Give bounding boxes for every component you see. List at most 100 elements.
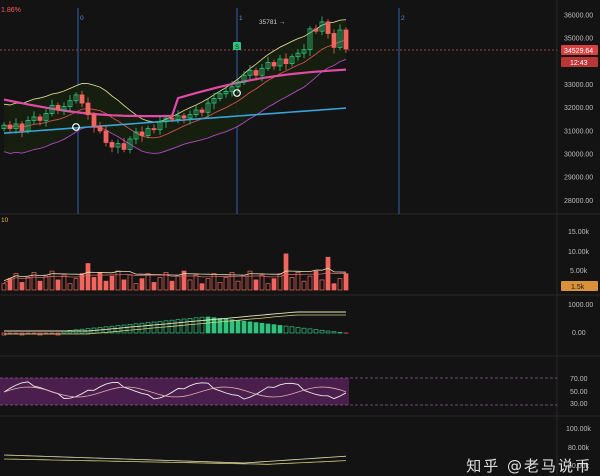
candle-body[interactable] bbox=[283, 58, 289, 65]
volume-bar bbox=[67, 283, 73, 291]
volume-bar bbox=[133, 283, 139, 291]
volume-bar bbox=[337, 278, 343, 291]
volume-bar bbox=[139, 278, 145, 291]
candle-body[interactable] bbox=[313, 28, 319, 32]
volume-bar bbox=[289, 277, 295, 291]
volume-bar bbox=[91, 277, 97, 291]
volume-bar bbox=[295, 272, 301, 291]
volume-bar bbox=[325, 256, 331, 291]
macd-bar bbox=[259, 322, 265, 334]
current-price-value: 34529.64 bbox=[564, 48, 593, 55]
volume-bar bbox=[151, 282, 157, 291]
macd-bar bbox=[181, 318, 187, 334]
price-tick: 33000.00 bbox=[564, 82, 593, 89]
volume-bars bbox=[1, 253, 349, 291]
volume-bar bbox=[85, 263, 91, 291]
volume-ma-line-red bbox=[3, 272, 347, 284]
price-tick: 28000.00 bbox=[564, 198, 593, 205]
macd-bar bbox=[265, 323, 271, 334]
price-tick: 35000.00 bbox=[564, 36, 593, 43]
macd-bar bbox=[271, 324, 277, 334]
price-tick: 29000.00 bbox=[564, 175, 593, 182]
volume-bar bbox=[217, 282, 223, 291]
macd-bar bbox=[247, 321, 253, 334]
volume-bar bbox=[253, 279, 259, 291]
candle-body[interactable] bbox=[343, 29, 349, 50]
volume-bar bbox=[331, 283, 337, 291]
volume-bar bbox=[73, 278, 79, 291]
bottom-tick: 80.00k bbox=[568, 445, 590, 452]
volume-panel-label: 10 bbox=[1, 217, 9, 224]
macd-tick: 1000.00 bbox=[568, 302, 593, 309]
macd-bar bbox=[235, 320, 241, 334]
volume-bar bbox=[205, 278, 211, 291]
volume-bar bbox=[211, 273, 217, 291]
candle-body[interactable] bbox=[181, 115, 187, 119]
volume-bar bbox=[103, 280, 109, 291]
rsi-tick: 70.00 bbox=[570, 376, 588, 383]
volume-tick: 15.00k bbox=[568, 229, 590, 236]
macd-bar bbox=[187, 318, 193, 334]
volume-bar bbox=[1, 283, 7, 291]
volume-bar bbox=[145, 273, 151, 291]
macd-bar bbox=[145, 322, 151, 334]
chart-stage[interactable]: 0 1 2 S 35781 → 36000.0035000.0034000.00… bbox=[0, 0, 600, 476]
bottom-tick: 100.00k bbox=[566, 426, 591, 433]
candle-body[interactable] bbox=[325, 21, 331, 34]
macd-bar bbox=[277, 325, 283, 334]
candle-body[interactable] bbox=[79, 94, 85, 104]
candle-body[interactable] bbox=[253, 70, 259, 76]
volume-bar bbox=[241, 275, 247, 291]
candle-body[interactable] bbox=[37, 116, 43, 121]
volume-bar bbox=[235, 280, 241, 291]
event-marker-label-0: 0 bbox=[80, 15, 84, 22]
volume-current-value: 1.5k bbox=[571, 284, 585, 291]
price-tick: 30000.00 bbox=[564, 152, 593, 159]
high-annotation: 35781 → bbox=[259, 19, 285, 26]
candle-body[interactable] bbox=[109, 142, 115, 148]
event-marker-label-2: 2 bbox=[401, 15, 405, 22]
candle-body[interactable] bbox=[331, 33, 337, 48]
macd-bar bbox=[127, 324, 133, 334]
volume-bar bbox=[169, 280, 175, 291]
candle-body[interactable] bbox=[97, 125, 103, 132]
candle-body[interactable] bbox=[121, 143, 127, 150]
candle-body[interactable] bbox=[7, 124, 13, 129]
watermark: 知乎 @老马说币 bbox=[466, 457, 592, 475]
macd-bar bbox=[199, 316, 205, 334]
macd-bar bbox=[205, 316, 211, 334]
macd-bar bbox=[139, 322, 145, 334]
volume-bar bbox=[307, 275, 313, 291]
candle-body[interactable] bbox=[91, 114, 97, 127]
macd-bar bbox=[307, 328, 313, 334]
bottom-indicator-line bbox=[3, 454, 347, 464]
volume-bar bbox=[175, 275, 181, 291]
candle-body[interactable] bbox=[85, 102, 91, 116]
rsi-tick: 50.00 bbox=[570, 389, 588, 396]
macd-bar bbox=[319, 329, 325, 334]
candle-body[interactable] bbox=[199, 109, 205, 113]
candle-body[interactable] bbox=[55, 104, 61, 111]
buy-flag-letter: S bbox=[235, 45, 239, 51]
candle-body[interactable] bbox=[151, 128, 157, 131]
change-percent: 1.86% bbox=[1, 7, 21, 14]
event-marker-label-1: 1 bbox=[239, 15, 243, 22]
macd-bar bbox=[115, 325, 121, 334]
candle-body[interactable] bbox=[271, 62, 277, 67]
volume-bar bbox=[109, 275, 115, 291]
candle-body[interactable] bbox=[19, 123, 25, 132]
candle-body[interactable] bbox=[139, 131, 145, 136]
macd-bar bbox=[337, 332, 343, 334]
volume-bar bbox=[265, 283, 271, 291]
volume-bar bbox=[115, 270, 121, 291]
candle-body[interactable] bbox=[103, 130, 109, 143]
volume-bar bbox=[43, 275, 49, 291]
candle-body[interactable] bbox=[169, 117, 175, 120]
macd-tick: 0.00 bbox=[572, 330, 586, 337]
volume-bar bbox=[61, 274, 67, 291]
macd-bar bbox=[211, 317, 217, 334]
countdown-value: 12:43 bbox=[570, 60, 588, 67]
volume-bar bbox=[55, 279, 61, 291]
macd-bar bbox=[325, 330, 331, 334]
volume-bar bbox=[259, 274, 265, 291]
